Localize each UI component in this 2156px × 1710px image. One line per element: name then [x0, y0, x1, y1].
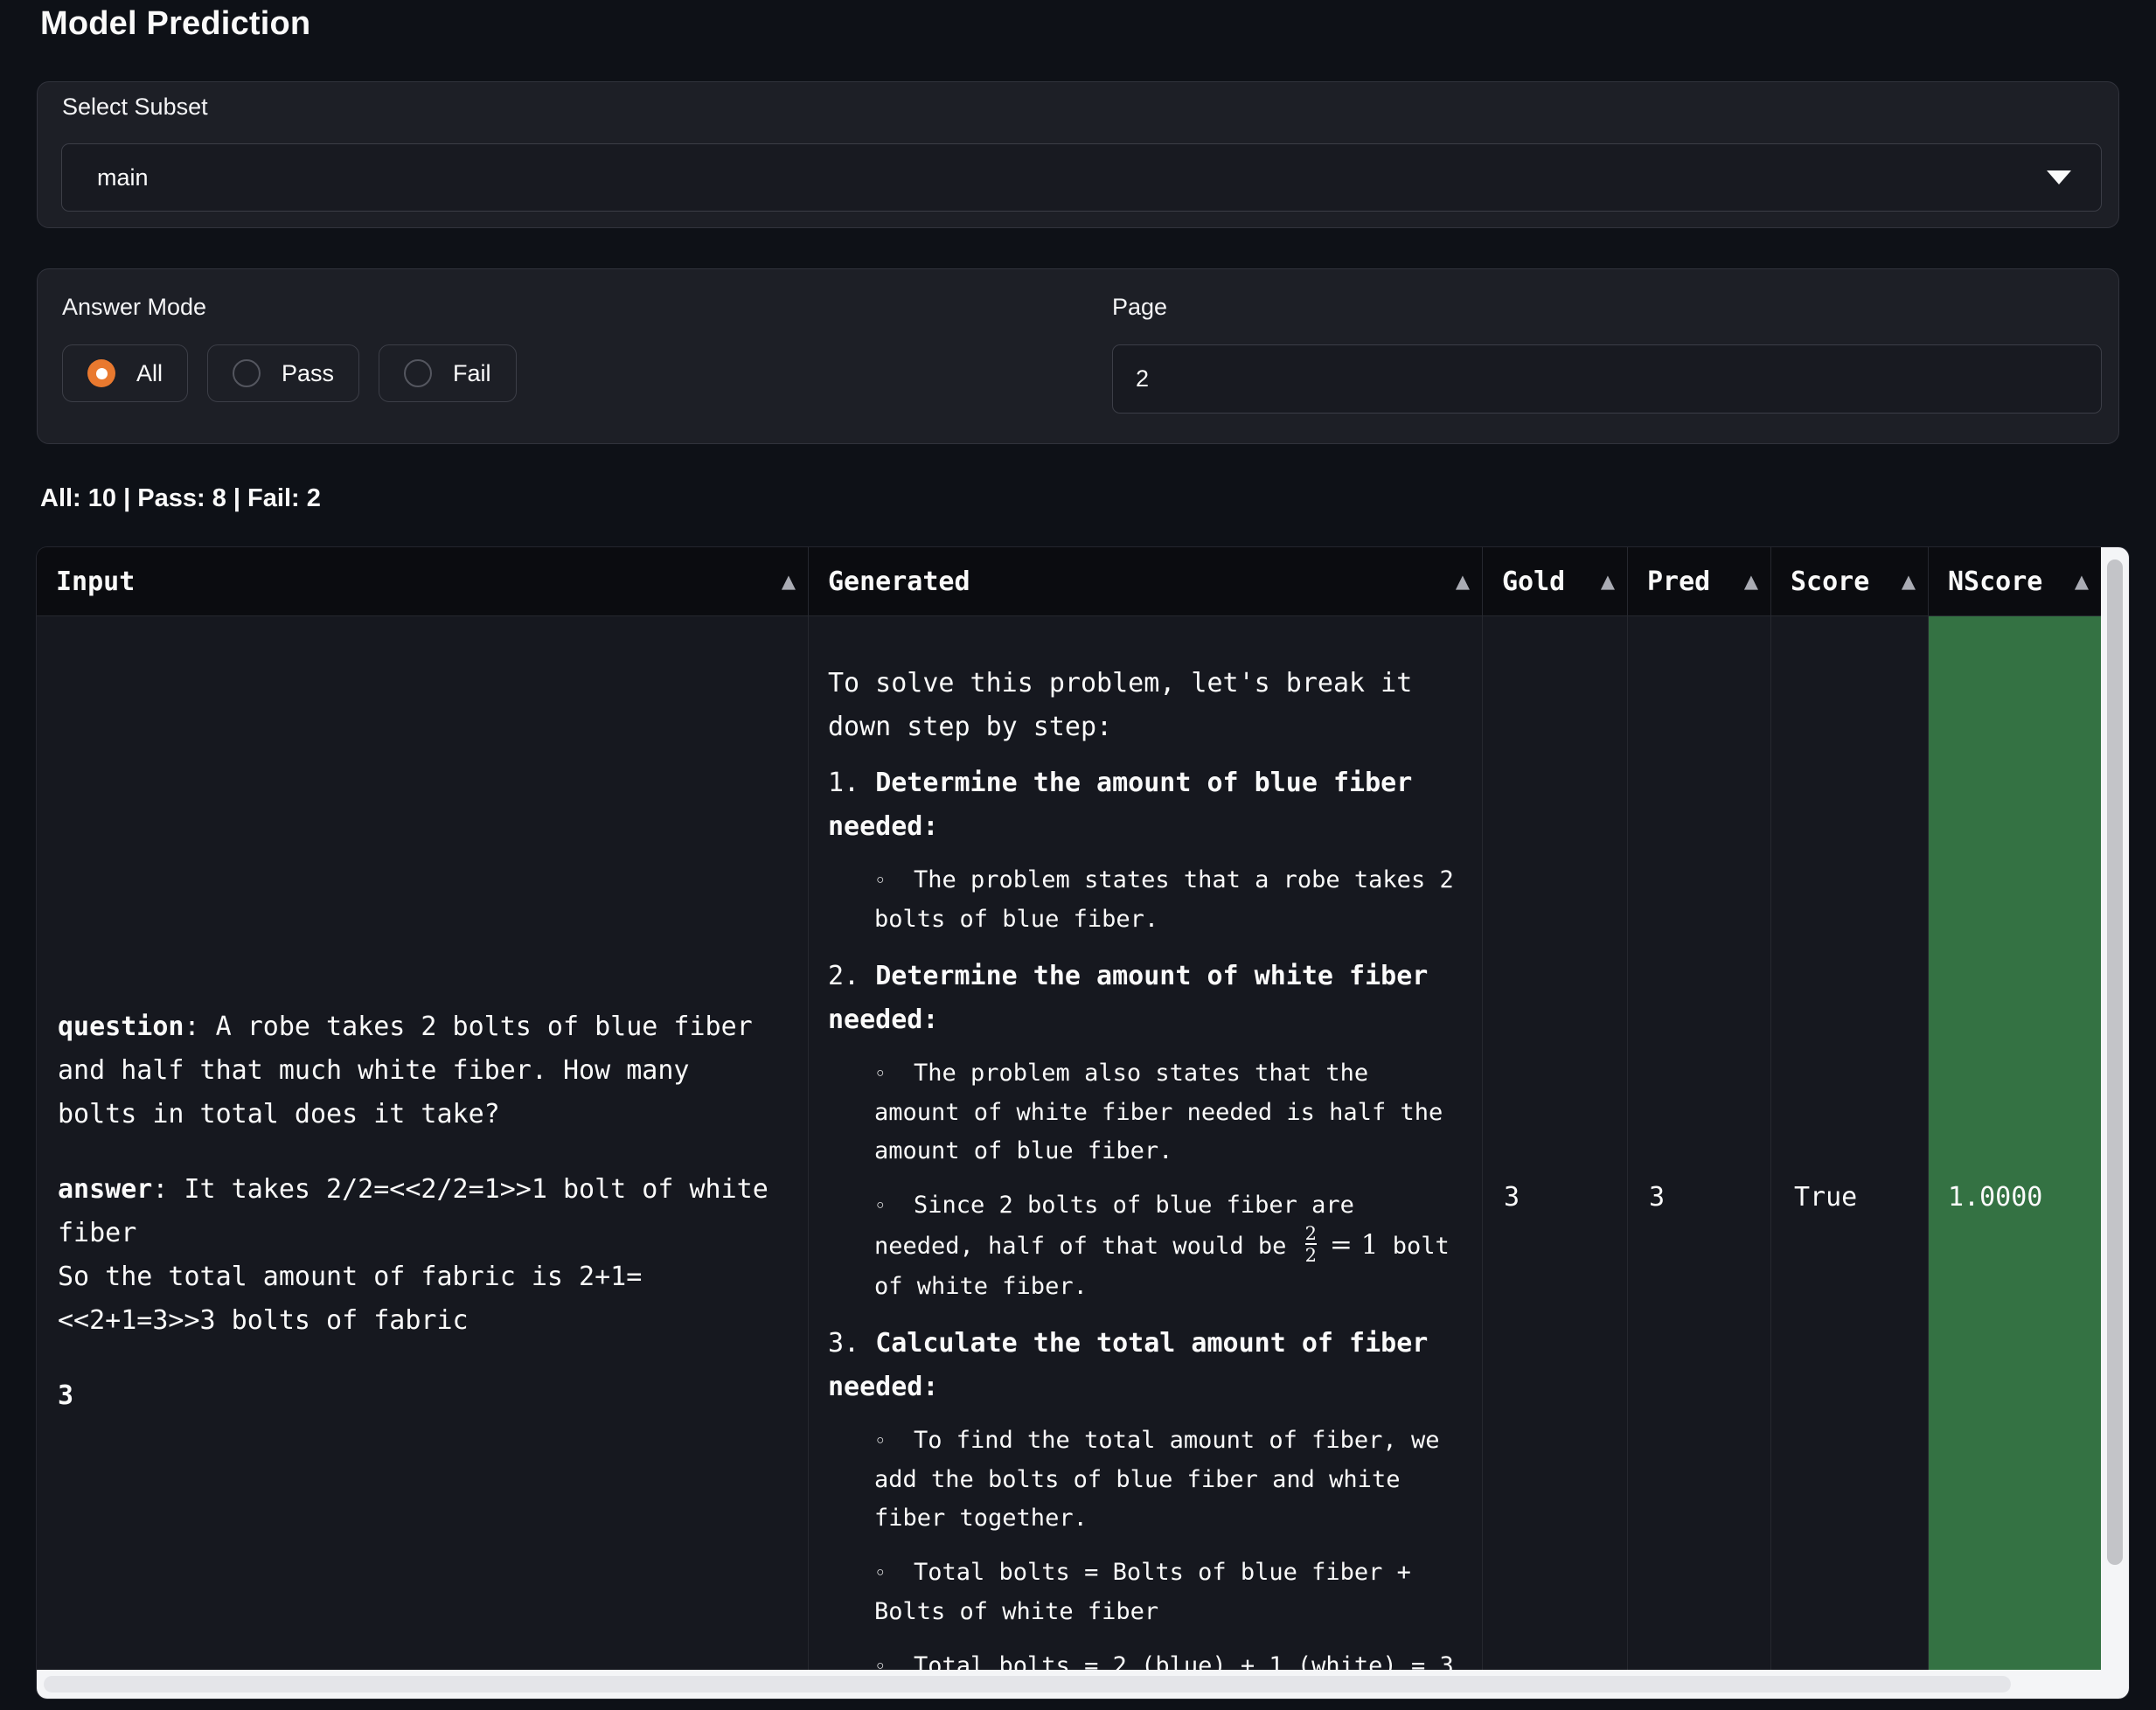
horizontal-scrollbar-thumb[interactable] — [44, 1676, 2011, 1693]
controls-panel: Answer Mode All Pass Fail Page — [37, 268, 2119, 444]
column-header-gold[interactable]: Gold ▲ — [1483, 547, 1628, 615]
column-label: Input — [56, 567, 135, 597]
pred-value: 3 — [1649, 1182, 1665, 1213]
sort-asc-icon: ▲ — [1601, 571, 1615, 592]
results-table: Input▲Generated▲Gold▲Pred▲Score▲NScore▲ … — [37, 547, 2129, 1699]
input-text-block: 3 — [58, 1374, 773, 1418]
answer-mode-section: Answer Mode All Pass Fail — [62, 294, 517, 402]
gold-value: 3 — [1504, 1182, 1520, 1213]
radio-label: Pass — [282, 360, 334, 387]
radio-option-all[interactable]: All — [62, 344, 188, 402]
generated-bullet-item: ◦Total bolts = 2 (blue) + 1 (white) = 3 … — [874, 1647, 1464, 1670]
chevron-down-icon — [2047, 170, 2071, 184]
sort-asc-icon: ▲ — [1902, 571, 1916, 592]
column-header-nscore[interactable]: NScore ▲ — [1929, 547, 2101, 615]
radio-option-fail[interactable]: Fail — [379, 344, 517, 402]
math-fraction-icon: 22 — [1305, 1224, 1317, 1265]
cell-nscore: 1.0000 — [1929, 616, 2101, 1670]
vertical-scrollbar-thumb[interactable] — [2107, 560, 2123, 1565]
column-label: Generated — [828, 567, 970, 597]
bullet-icon: ◦ — [874, 1648, 914, 1670]
app-root: Model Prediction Select Subset main Answ… — [0, 0, 2156, 1710]
list-number: 2. — [828, 961, 875, 991]
bullet-icon: ◦ — [874, 1055, 914, 1094]
table-header: Input ▲ Generated ▲ Gold ▲ Pred ▲ Score ▲ NScore ▲ — [37, 547, 2101, 616]
bullet-icon: ◦ — [874, 1422, 914, 1461]
generated-bullet-item: ◦To find the total amount of fiber, we a… — [874, 1422, 1464, 1538]
input-text-block: question: A robe takes 2 bolts of blue f… — [58, 1005, 773, 1137]
cell-gold: 3 — [1483, 616, 1628, 1670]
generated-bullet-item: ◦Total bolts = Bolts of blue fiber + Bol… — [874, 1554, 1464, 1631]
table-row: question: A robe takes 2 bolts of blue f… — [37, 616, 2101, 1670]
column-label: Gold — [1502, 567, 1565, 597]
generated-numbered-heading: 2. Determine the amount of white fiber n… — [828, 955, 1464, 1042]
subset-label: Select Subset — [62, 94, 208, 121]
nscore-value: 1.0000 — [1948, 1182, 2042, 1213]
vertical-scrollbar[interactable] — [2101, 547, 2129, 1670]
column-header-pred[interactable]: Pred ▲ — [1628, 547, 1771, 615]
subset-selected-value: main — [97, 164, 149, 191]
generated-numbered-heading: 3. Calculate the total amount of fiber n… — [828, 1322, 1464, 1409]
page-label: Page — [1112, 294, 2102, 321]
generated-bullet-item: ◦The problem also states that the amount… — [874, 1054, 1464, 1171]
list-number: 1. — [828, 768, 875, 798]
column-header-score[interactable]: Score ▲ — [1771, 547, 1929, 615]
column-header-input[interactable]: Input ▲ — [37, 547, 809, 615]
subset-panel: Select Subset main — [37, 81, 2119, 228]
horizontal-scrollbar[interactable] — [37, 1670, 2129, 1699]
cell-pred: 3 — [1628, 616, 1771, 1670]
sort-asc-icon: ▲ — [2075, 571, 2089, 592]
generated-numbered-heading: 1. Determine the amount of blue fiber ne… — [828, 761, 1464, 849]
radio-label: Fail — [453, 360, 491, 387]
column-label: Score — [1791, 567, 1869, 597]
page-input[interactable] — [1112, 344, 2102, 414]
column-label: Pred — [1647, 567, 1710, 597]
list-number: 3. — [828, 1328, 875, 1359]
generated-bullet-item: ◦Since 2 bolts of blue fiber are needed,… — [874, 1186, 1464, 1306]
stats-summary: All: 10 | Pass: 8 | Fail: 2 — [40, 484, 321, 513]
answer-mode-group: All Pass Fail — [62, 344, 517, 402]
bullet-icon: ◦ — [874, 1554, 914, 1593]
page-section: Page — [1112, 294, 2102, 414]
sort-asc-icon: ▲ — [782, 571, 796, 592]
score-value: True — [1794, 1182, 1857, 1213]
radio-unselected-icon — [233, 359, 261, 387]
radio-unselected-icon — [404, 359, 432, 387]
sort-asc-icon: ▲ — [1744, 571, 1758, 592]
subset-select[interactable]: main — [61, 143, 2102, 212]
page-title: Model Prediction — [40, 5, 310, 43]
column-header-generated[interactable]: Generated ▲ — [809, 547, 1483, 615]
radio-option-pass[interactable]: Pass — [207, 344, 359, 402]
cell-score: True — [1771, 616, 1929, 1670]
bullet-icon: ◦ — [874, 1187, 914, 1226]
cell-input: question: A robe takes 2 bolts of blue f… — [37, 616, 809, 1670]
column-label: NScore — [1948, 567, 2042, 597]
bullet-icon: ◦ — [874, 862, 914, 900]
generated-paragraph: To solve this problem, let's break it do… — [828, 662, 1464, 749]
radio-label: All — [136, 360, 163, 387]
cell-generated: To solve this problem, let's break it do… — [809, 616, 1483, 1670]
answer-mode-label: Answer Mode — [62, 294, 517, 321]
input-text-block: answer: It takes 2/2=<<2/2=1>>1 bolt of … — [58, 1168, 773, 1343]
radio-selected-icon — [87, 359, 115, 387]
generated-bullet-item: ◦The problem states that a robe takes 2 … — [874, 861, 1464, 939]
sort-asc-icon: ▲ — [1456, 571, 1470, 592]
